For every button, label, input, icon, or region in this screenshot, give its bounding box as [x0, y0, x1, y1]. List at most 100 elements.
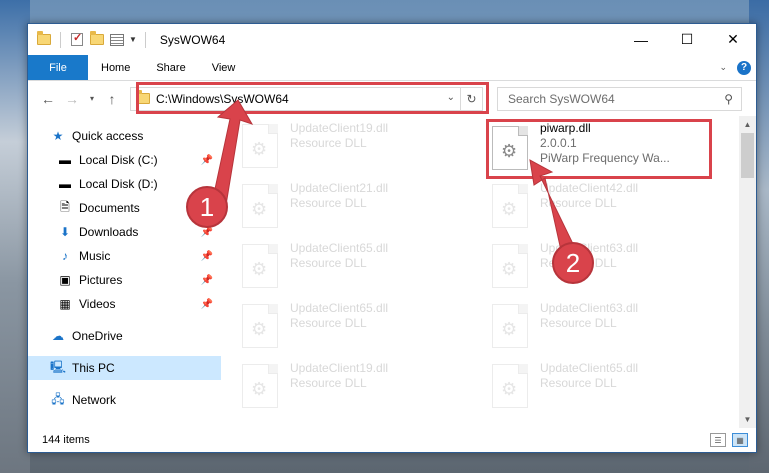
- tab-share[interactable]: Share: [143, 55, 198, 80]
- refresh-icon[interactable]: ↻: [460, 87, 482, 110]
- pictures-icon: ▣: [59, 273, 71, 287]
- scroll-up-icon[interactable]: ▲: [739, 116, 756, 133]
- file-tile[interactable]: ⚙ UpdateClient65.dll Resource DLL: [492, 356, 727, 416]
- customize-toolbar-chevron-icon[interactable]: ▼: [129, 35, 137, 44]
- nav-network[interactable]: 🖧 Network: [28, 388, 221, 412]
- address-dropdown-chevron-icon[interactable]: ⌄: [447, 92, 455, 103]
- explorer-body: ★ Quick access ▬ Local Disk (C:) 📌 ▬ Loc…: [28, 116, 756, 428]
- file-name: UpdateClient65.dll: [540, 361, 639, 375]
- file-tile[interactable]: ⚙ UpdateClient63.dll Resource DLL: [492, 236, 727, 296]
- file-tile[interactable]: ⚙ UpdateClient42.dll Resource DLL: [492, 176, 727, 236]
- pin-icon: 📌: [200, 250, 213, 262]
- tab-view[interactable]: View: [199, 55, 249, 80]
- ribbon-tabs: File Home Share View ⌄ ?: [28, 55, 756, 81]
- file-tile[interactable]: ⚙ UpdateClient65.dll Resource DLL: [242, 296, 477, 356]
- dll-file-icon: ⚙: [492, 184, 528, 228]
- expand-ribbon-chevron-icon[interactable]: ⌄: [719, 62, 727, 73]
- nav-label: Downloads: [79, 225, 139, 239]
- nav-item-videos[interactable]: ▦ Videos 📌: [28, 292, 221, 316]
- file-name: UpdateClient63.dll: [540, 301, 639, 315]
- nav-label: Videos: [79, 297, 116, 311]
- callout-badge-2: 2: [552, 242, 594, 284]
- cloud-icon: ☁: [52, 329, 64, 343]
- dll-file-icon: ⚙: [492, 304, 528, 348]
- nav-this-pc[interactable]: 🖳 This PC: [28, 356, 221, 380]
- documents-icon: 🗎: [60, 199, 70, 214]
- pin-icon: 📌: [200, 154, 213, 166]
- star-icon: ★: [52, 129, 64, 143]
- status-bar: 144 items ☰ ▦: [28, 428, 756, 452]
- new-folder-icon[interactable]: [89, 31, 105, 48]
- nav-label: Network: [72, 393, 117, 407]
- nav-label: Music: [79, 249, 111, 263]
- tiles-view-icon[interactable]: ▦: [732, 433, 748, 447]
- close-button[interactable]: ✕: [710, 24, 756, 55]
- tab-file[interactable]: File: [28, 55, 88, 80]
- file-name: UpdateClient21.dll: [290, 181, 389, 195]
- nav-onedrive[interactable]: ☁ OneDrive: [28, 324, 221, 348]
- callout-badge-1: 1: [186, 186, 228, 228]
- file-list: ⚙ UpdateClient19.dll Resource DLL ⚙ Upda…: [222, 116, 756, 428]
- file-description: Resource DLL: [290, 256, 367, 270]
- file-description: Resource DLL: [290, 376, 367, 390]
- dll-file-icon: ⚙: [242, 124, 278, 168]
- file-name: UpdateClient65.dll: [290, 241, 389, 255]
- toolbar-separator: [144, 31, 146, 48]
- address-path: C:\Windows\SysWOW64: [156, 91, 289, 106]
- videos-icon: ▦: [59, 297, 71, 311]
- file-tile[interactable]: ⚙ UpdateClient19.dll Resource DLL: [242, 116, 477, 176]
- scroll-thumb[interactable]: [741, 133, 754, 178]
- file-tile-piwarp[interactable]: ⚙ piwarp.dll 2.0.0.1 PiWarp Frequency Wa…: [492, 116, 727, 176]
- address-bar[interactable]: C:\Windows\SysWOW64 ⌄ ↻: [130, 86, 483, 111]
- pin-icon: 📌: [200, 298, 213, 310]
- drive-icon: ▬: [59, 177, 71, 191]
- dll-file-icon: ⚙: [242, 184, 278, 228]
- nav-item-local-disk-c[interactable]: ▬ Local Disk (C:) 📌: [28, 148, 221, 172]
- help-icon[interactable]: ?: [737, 60, 751, 75]
- dll-file-icon: ⚙: [242, 244, 278, 288]
- nav-quick-access[interactable]: ★ Quick access: [28, 124, 221, 148]
- up-arrow-icon[interactable]: ↑: [102, 89, 122, 109]
- ribbon-right: ⌄ ?: [719, 55, 756, 80]
- file-description: Resource DLL: [290, 196, 367, 210]
- forward-arrow-icon[interactable]: →: [62, 89, 82, 109]
- explorer-window: ▼ SysWOW64 — ☐ ✕ File Home Share View ⌄ …: [27, 23, 757, 453]
- music-icon: ♪: [62, 249, 68, 263]
- search-icon[interactable]: ⚲: [724, 92, 733, 106]
- file-description: Resource DLL: [290, 136, 367, 150]
- folder-icon: [36, 31, 52, 48]
- maximize-button[interactable]: ☐: [664, 24, 710, 55]
- file-tile[interactable]: ⚙ UpdateClient19.dll Resource DLL: [242, 356, 477, 416]
- dll-file-icon: ⚙: [242, 364, 278, 408]
- nav-label: Local Disk (C:): [79, 153, 158, 167]
- file-tile[interactable]: ⚙ UpdateClient21.dll Resource DLL: [242, 176, 477, 236]
- nav-label: Quick access: [72, 129, 144, 143]
- vertical-scrollbar[interactable]: ▲ ▼: [739, 116, 756, 428]
- downloads-icon: ⬇: [59, 225, 71, 239]
- file-description: PiWarp Frequency Wa...: [540, 151, 670, 165]
- title-bar: ▼ SysWOW64 — ☐ ✕: [28, 24, 756, 55]
- file-description: Resource DLL: [540, 196, 617, 210]
- drive-icon: ▬: [59, 153, 71, 167]
- file-tile[interactable]: ⚙ UpdateClient63.dll Resource DLL: [492, 296, 727, 356]
- file-tile[interactable]: ⚙ UpdateClient65.dll Resource DLL: [242, 236, 477, 296]
- computer-icon: 🖳: [50, 359, 67, 374]
- window-controls: — ☐ ✕: [618, 24, 756, 55]
- dll-file-icon: ⚙: [492, 364, 528, 408]
- nav-item-downloads[interactable]: ⬇ Downloads 📌: [28, 220, 221, 244]
- search-input[interactable]: Search SysWOW64 ⚲: [497, 86, 742, 111]
- tab-home[interactable]: Home: [88, 55, 143, 80]
- properties-check-icon[interactable]: [69, 31, 85, 48]
- file-name: piwarp.dll: [540, 121, 591, 135]
- navigation-pane: ★ Quick access ▬ Local Disk (C:) 📌 ▬ Loc…: [28, 116, 222, 428]
- minimize-button[interactable]: —: [618, 24, 664, 55]
- file-name: UpdateClient19.dll: [290, 361, 389, 375]
- back-arrow-icon[interactable]: ←: [38, 89, 58, 109]
- nav-item-pictures[interactable]: ▣ Pictures 📌: [28, 268, 221, 292]
- details-view-icon[interactable]: ☰: [710, 433, 726, 447]
- recent-locations-chevron-icon[interactable]: ▾: [86, 89, 98, 109]
- scroll-down-icon[interactable]: ▼: [739, 411, 756, 428]
- file-name: UpdateClient65.dll: [290, 301, 389, 315]
- nav-item-music[interactable]: ♪ Music 📌: [28, 244, 221, 268]
- properties-icon[interactable]: [109, 32, 125, 48]
